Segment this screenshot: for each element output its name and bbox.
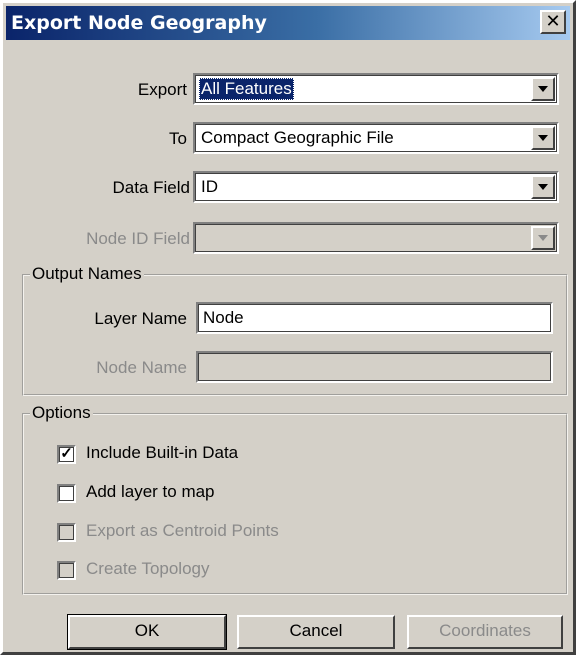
data-field-select[interactable]: ID <box>193 171 559 203</box>
node-id-field-dropdown-button <box>531 226 555 250</box>
add-layer-label: Add layer to map <box>86 482 215 501</box>
chevron-down-icon <box>538 184 548 190</box>
export-centroid-checkbox <box>57 523 76 542</box>
to-label: To <box>169 129 187 148</box>
data-field-value: ID <box>201 177 218 196</box>
data-field-dropdown-button[interactable] <box>531 175 555 199</box>
node-name-label: Node Name <box>96 358 187 377</box>
node-name-input <box>196 351 553 383</box>
export-node-geography-dialog: Export Node Geography ✕ Export All Featu… <box>0 0 576 655</box>
to-value: Compact Geographic File <box>201 128 394 147</box>
checkmark-icon: ✓ <box>60 445 73 462</box>
chevron-down-icon <box>538 235 548 241</box>
export-centroid-label: Export as Centroid Points <box>86 521 279 540</box>
create-topology-checkbox <box>57 561 76 580</box>
layer-name-input[interactable]: Node <box>196 302 553 334</box>
to-dropdown-button[interactable] <box>531 126 555 150</box>
add-layer-checkbox[interactable] <box>57 484 76 503</box>
to-select[interactable]: Compact Geographic File <box>193 122 559 154</box>
node-id-field-select <box>193 222 559 254</box>
ok-button[interactable]: OK <box>67 614 227 650</box>
include-builtin-label: Include Built-in Data <box>86 443 239 462</box>
output-names-title: Output Names <box>30 264 144 284</box>
title-bar[interactable]: Export Node Geography ✕ <box>6 6 570 40</box>
data-field-label: Data Field <box>112 178 190 197</box>
create-topology-label: Create Topology <box>86 559 210 578</box>
chevron-down-icon <box>538 135 548 141</box>
chevron-down-icon <box>538 86 548 92</box>
export-value: All Features <box>199 78 294 100</box>
cancel-button[interactable]: Cancel <box>237 615 395 649</box>
export-dropdown-button[interactable] <box>531 77 555 101</box>
close-button[interactable]: ✕ <box>540 10 566 34</box>
node-id-field-label: Node ID Field <box>86 229 190 248</box>
close-icon: ✕ <box>545 11 561 32</box>
dialog-title: Export Node Geography <box>11 12 267 34</box>
options-title: Options <box>30 403 93 423</box>
layer-name-value: Node <box>203 308 244 327</box>
layer-name-label: Layer Name <box>94 309 187 328</box>
include-builtin-checkbox[interactable]: ✓ <box>57 445 76 464</box>
export-label: Export <box>137 80 187 99</box>
coordinates-button: Coordinates <box>407 615 563 649</box>
export-select[interactable]: All Features <box>193 73 559 105</box>
